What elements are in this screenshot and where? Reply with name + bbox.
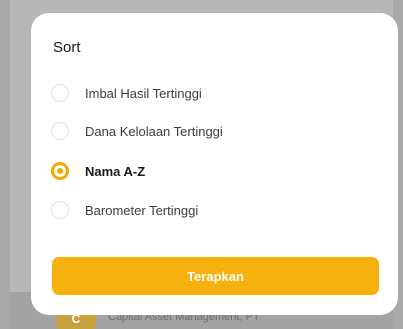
sort-option-label: Imbal Hasil Tertinggi	[85, 85, 202, 101]
sort-option-dana-kelolaan[interactable]: Dana Kelolaan Tertinggi	[51, 119, 223, 143]
apply-button[interactable]: Terapkan	[52, 257, 379, 295]
radio-checked-icon[interactable]	[51, 162, 69, 180]
sort-option-label: Barometer Tertinggi	[85, 202, 199, 218]
sort-option-label: Dana Kelolaan Tertinggi	[85, 123, 223, 139]
sort-option-imbal-hasil[interactable]: Imbal Hasil Tertinggi	[51, 81, 202, 105]
sheet-title: Sort	[53, 39, 81, 56]
sort-option-barometer[interactable]: Barometer Tertinggi	[51, 198, 198, 222]
radio-unchecked-icon[interactable]	[51, 84, 69, 102]
sort-bottom-sheet: Sort Imbal Hasil Tertinggi Dana Kelolaan…	[31, 13, 398, 315]
radio-unchecked-icon[interactable]	[51, 122, 69, 140]
radio-unchecked-icon[interactable]	[51, 201, 69, 219]
sort-option-nama-az[interactable]: Nama A-Z	[51, 159, 145, 183]
sort-option-label: Nama A-Z	[85, 163, 146, 179]
